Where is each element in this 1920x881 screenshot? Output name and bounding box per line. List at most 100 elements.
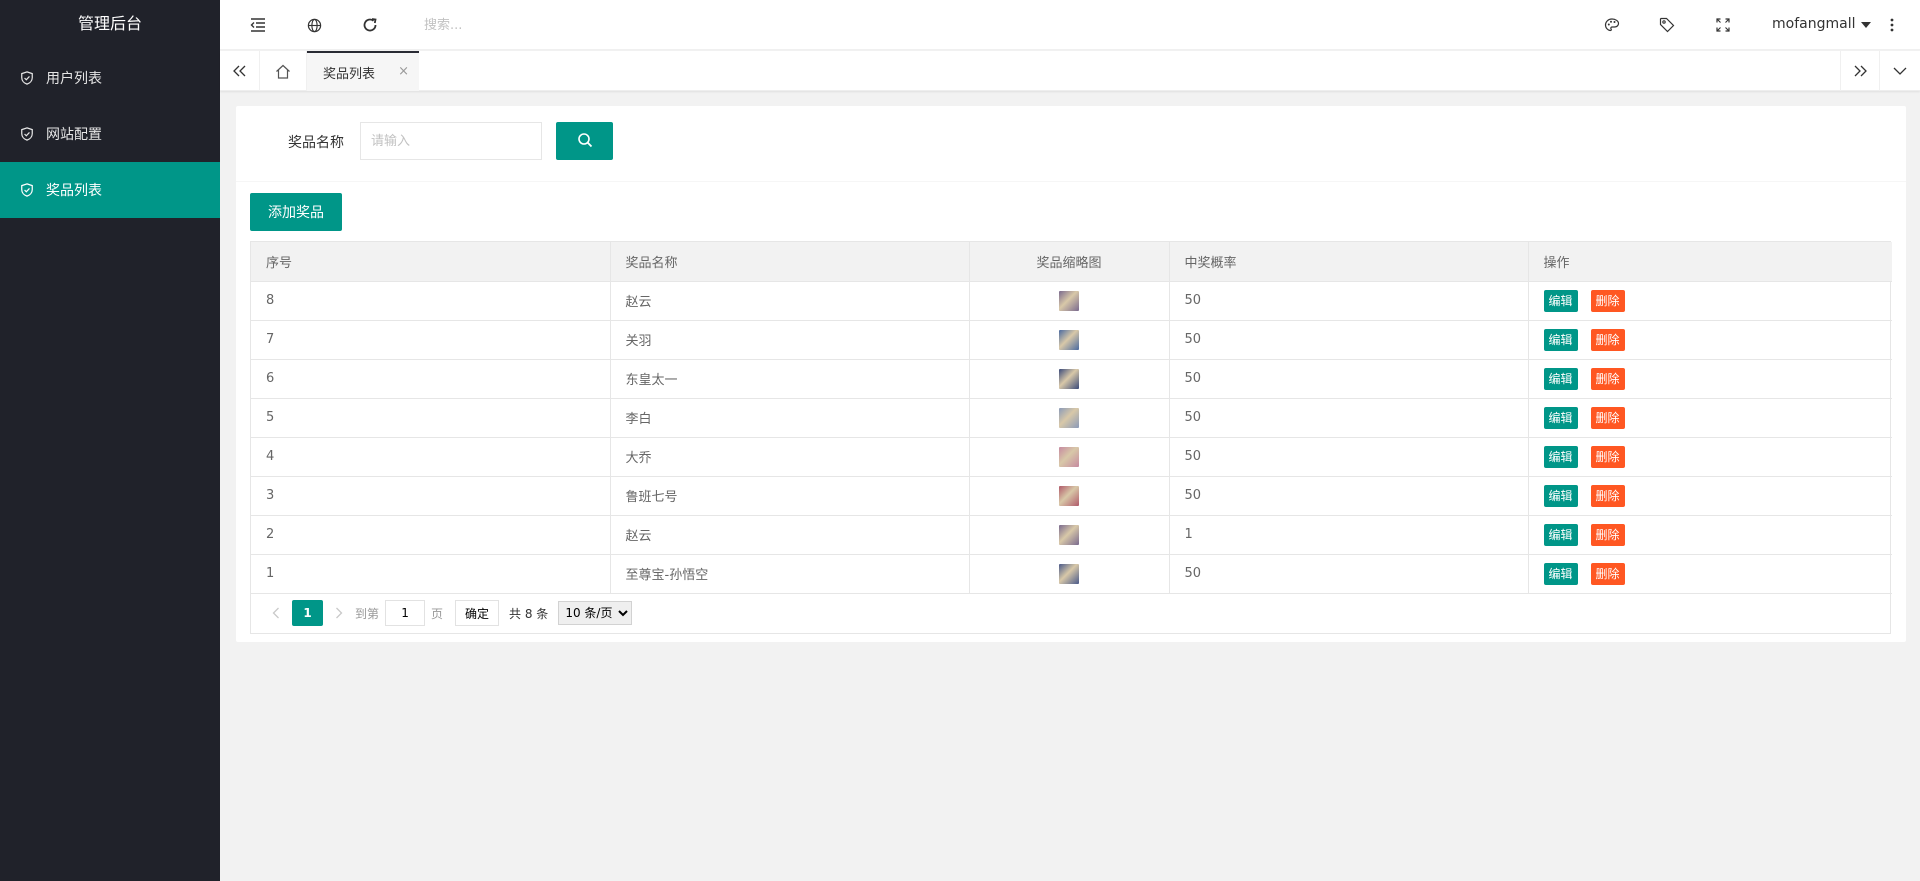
edit-button[interactable]: 编辑 [1543, 406, 1578, 429]
pagination: 1 到第 页 确定 共 8 条 10 条/页 [251, 594, 1890, 633]
cell-name: 赵云 [610, 281, 970, 321]
delete-button[interactable]: 删除 [1590, 445, 1625, 468]
caret-down-icon [1861, 21, 1872, 28]
search-button[interactable] [556, 122, 613, 160]
edit-button[interactable]: 编辑 [1543, 289, 1578, 312]
add-prize-button[interactable]: 添加奖品 [250, 193, 342, 231]
edit-button[interactable]: 编辑 [1543, 328, 1578, 351]
prize-name-label: 奖品名称 [288, 135, 344, 151]
sidebar-item-users[interactable]: 用户列表 [0, 50, 220, 106]
sidebar-item-label: 用户列表 [46, 71, 102, 87]
cell-name: 东皇太一 [610, 359, 970, 399]
refresh-icon[interactable] [360, 15, 380, 35]
menu-fold-icon[interactable] [248, 15, 268, 35]
sidebar-item-prizes[interactable]: 奖品列表 [0, 162, 220, 218]
goto-confirm-button[interactable]: 确定 [455, 600, 500, 626]
sidebar-item-site-config[interactable]: 网站配置 [0, 106, 220, 162]
page-size-select[interactable]: 10 条/页 [558, 601, 633, 625]
cell-rate: 50 [1169, 476, 1529, 516]
close-icon[interactable]: × [398, 64, 409, 79]
prize-thumbnail-image[interactable] [1059, 485, 1079, 506]
delete-button[interactable]: 删除 [1590, 484, 1625, 507]
column-header-rate: 中奖概率 [1169, 242, 1529, 282]
globe-icon[interactable] [304, 15, 324, 35]
prize-thumbnail-image[interactable] [1059, 563, 1079, 584]
edit-button[interactable]: 编辑 [1543, 562, 1578, 585]
tabs-bar: 奖品列表 × [220, 51, 1920, 91]
user-menu[interactable]: mofangmall [1772, 16, 1872, 32]
delete-button[interactable]: 删除 [1590, 562, 1625, 585]
table-row: 1 至尊宝-孙悟空 50 编辑 删除 [251, 554, 1892, 594]
cell-actions: 编辑 删除 [1528, 476, 1892, 516]
table-row: 6 东皇太一 50 编辑 删除 [251, 359, 1892, 399]
cell-id: 3 [251, 476, 611, 516]
home-icon[interactable] [260, 51, 307, 91]
table-row: 4 大乔 50 编辑 删除 [251, 437, 1892, 477]
prize-thumbnail-image[interactable] [1059, 368, 1079, 389]
cell-thumbnail [969, 515, 1170, 555]
cell-thumbnail [969, 437, 1170, 477]
column-header-id: 序号 [251, 242, 611, 282]
cell-name: 鲁班七号 [610, 476, 970, 516]
content-card: 奖品名称 添加奖品 序号 奖品名称 奖品缩略图 中奖概率 操作 8赵云5 [236, 106, 1906, 642]
tab-label: 奖品列表 [323, 66, 376, 82]
cell-id: 4 [251, 437, 611, 477]
prize-thumbnail-image[interactable] [1059, 524, 1079, 545]
tab-prize-list[interactable]: 奖品列表 × [307, 51, 419, 91]
cell-actions: 编辑 删除 [1528, 554, 1892, 594]
shield-check-icon [20, 71, 34, 85]
tabs-scroll-left-icon[interactable] [220, 51, 260, 91]
delete-button[interactable]: 删除 [1590, 523, 1625, 546]
cell-actions: 编辑 删除 [1528, 437, 1892, 477]
cell-thumbnail [969, 320, 1170, 360]
prev-page-icon[interactable] [266, 600, 286, 626]
edit-button[interactable]: 编辑 [1543, 445, 1578, 468]
filter-form: 奖品名称 [236, 106, 1906, 182]
prize-thumbnail-image[interactable] [1059, 407, 1079, 428]
cell-rate: 50 [1169, 281, 1529, 321]
page-number-current[interactable]: 1 [292, 600, 323, 626]
chevron-down-icon[interactable] [1880, 51, 1920, 91]
edit-button[interactable]: 编辑 [1543, 367, 1578, 390]
column-header-actions: 操作 [1528, 242, 1892, 282]
cell-id: 1 [251, 554, 611, 594]
more-icon[interactable] [1882, 15, 1902, 35]
table-header-row: 序号 奖品名称 奖品缩略图 中奖概率 操作 [251, 242, 1892, 282]
prize-thumbnail-image[interactable] [1059, 290, 1079, 311]
column-header-name: 奖品名称 [610, 242, 970, 282]
table-row: 5 李白 50 编辑 删除 [251, 398, 1892, 438]
cell-rate: 50 [1169, 320, 1529, 360]
cell-id: 2 [251, 515, 611, 555]
cell-rate: 1 [1169, 515, 1529, 555]
delete-button[interactable]: 删除 [1590, 406, 1625, 429]
cell-name: 李白 [610, 398, 970, 438]
cell-thumbnail [969, 398, 1170, 438]
shield-check-icon [20, 183, 34, 197]
prize-thumbnail-image[interactable] [1059, 329, 1079, 350]
cell-rate: 50 [1169, 359, 1529, 399]
tag-icon[interactable] [1657, 15, 1677, 35]
sidebar: 管理后台 用户列表 网站配置 奖品列表 [0, 0, 220, 881]
cell-rate: 50 [1169, 437, 1529, 477]
cell-thumbnail [969, 476, 1170, 516]
total-count: 共 8 条 [509, 606, 549, 621]
goto-page-input[interactable] [385, 600, 426, 626]
prize-name-input[interactable] [360, 122, 542, 160]
goto-label: 到第 [355, 606, 380, 621]
header-search-input[interactable] [424, 14, 704, 36]
palette-icon[interactable] [1602, 15, 1622, 35]
fullscreen-icon[interactable] [1713, 15, 1733, 35]
delete-button[interactable]: 删除 [1590, 328, 1625, 351]
tabs-scroll-right-icon[interactable] [1840, 51, 1880, 91]
cell-actions: 编辑 删除 [1528, 398, 1892, 438]
delete-button[interactable]: 删除 [1590, 367, 1625, 390]
cell-rate: 50 [1169, 554, 1529, 594]
username: mofangmall [1772, 16, 1856, 32]
edit-button[interactable]: 编辑 [1543, 484, 1578, 507]
next-page-icon[interactable] [329, 600, 349, 626]
top-header: mofangmall [220, 0, 1920, 50]
edit-button[interactable]: 编辑 [1543, 523, 1578, 546]
cell-id: 8 [251, 281, 611, 321]
delete-button[interactable]: 删除 [1590, 289, 1625, 312]
prize-thumbnail-image[interactable] [1059, 446, 1079, 467]
